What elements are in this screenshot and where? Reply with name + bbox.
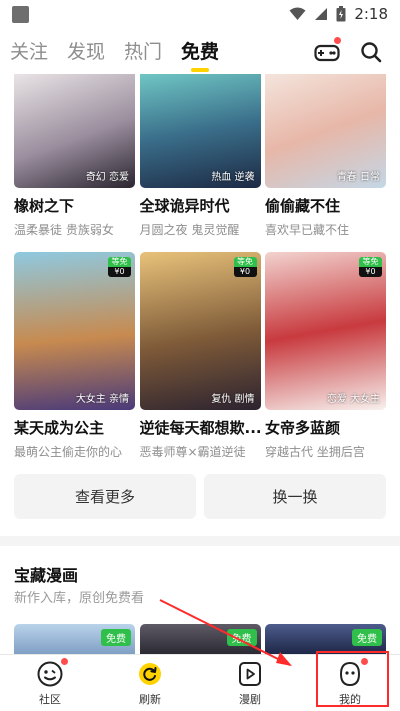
tab-hot[interactable]: 热门 (124, 38, 162, 66)
action-buttons: 查看更多 换一换 (14, 474, 386, 519)
free-badge: 等免 ¥0 (359, 257, 382, 277)
free-badge: 免费 (101, 629, 131, 646)
view-more-button[interactable]: 查看更多 (14, 474, 196, 519)
community-face-icon (36, 657, 68, 688)
comic-cover[interactable]: 等免 ¥0 恋爱 大女主 (265, 252, 386, 410)
play-icon (236, 660, 264, 688)
comic-title[interactable]: 逆徒每天都想欺... (140, 417, 261, 438)
comic-grid-row-1: 奇幻 恋爱 橡树之下 温柔暴徒 贵族弱女 热血 逆袭 全球诡异时代 月圆之夜 鬼… (14, 74, 386, 238)
section-subtitle: 新作入库，原创免费看 (14, 591, 145, 606)
comic-card[interactable]: 等免 ¥0 大女主 亲情 某天成为公主 最萌公主偷走你的心 (14, 252, 135, 460)
section-divider (0, 536, 400, 546)
comic-subtitle: 穿越古代 坐拥后宫 (265, 445, 365, 459)
top-nav: 关注 发现 热门 免费 (0, 30, 400, 74)
notification-icon (12, 5, 29, 23)
bottom-nav-refresh[interactable]: 刷新 (100, 655, 200, 711)
annotation-highlight-box (316, 651, 389, 707)
bottom-nav-label: 刷新 (139, 692, 161, 706)
comic-title[interactable]: 女帝多蓝颜 (265, 417, 386, 438)
comic-subtitle: 恶毒师尊×霸道逆徒 (139, 445, 246, 459)
comic-subtitle: 月圆之夜 鬼灵觉醒 (139, 223, 240, 237)
comic-genre-tag: 热血 逆袭 (211, 172, 255, 183)
wifi-icon (289, 7, 306, 20)
comic-genre-tag: 恋爱 大女主 (326, 394, 380, 405)
tab-free[interactable]: 免费 (181, 38, 219, 66)
comic-genre-tag: 大女主 亲情 (75, 394, 129, 405)
tab-discover[interactable]: 发现 (67, 38, 105, 66)
section-title: 宝藏漫画 (14, 566, 79, 585)
comic-card[interactable]: 奇幻 恋爱 橡树之下 温柔暴徒 贵族弱女 (14, 74, 135, 238)
comic-cover[interactable]: 等免 ¥0 大女主 亲情 (14, 252, 135, 410)
bottom-nav-label: 漫剧 (239, 692, 261, 706)
comic-card[interactable]: 等免 ¥0 复仇 剧情 逆徒每天都想欺... 恶毒师尊×霸道逆徒 (139, 252, 261, 460)
comic-grid-row-2: 等免 ¥0 大女主 亲情 某天成为公主 最萌公主偷走你的心 等免 ¥0 复仇 剧… (14, 252, 386, 460)
comic-cover[interactable]: 奇幻 恋爱 (14, 74, 135, 188)
signal-icon (315, 8, 328, 20)
comic-title[interactable]: 偷偷藏不住 (265, 195, 386, 216)
bottom-nav-shorts[interactable]: 漫剧 (200, 655, 300, 711)
tab-follow[interactable]: 关注 (10, 38, 48, 66)
status-bar: 2:18 (0, 0, 400, 28)
free-badge: 等免 ¥0 (233, 257, 257, 277)
comic-cover[interactable]: 免费 (139, 624, 261, 654)
comic-card[interactable]: 青春 日常 偷偷藏不住 喜欢早已藏不住 (265, 74, 386, 238)
community-notification-dot (61, 657, 68, 665)
free-badge: 免费 (352, 629, 382, 646)
comic-subtitle: 温柔暴徒 贵族弱女 (14, 223, 114, 237)
comic-cover[interactable]: 等免 ¥0 复仇 剧情 (139, 252, 261, 410)
search-icon[interactable] (358, 39, 384, 65)
free-badge: 等免 ¥0 (108, 257, 131, 277)
status-time: 2:18 (354, 5, 388, 23)
comic-subtitle: 最萌公主偷走你的心 (14, 445, 123, 459)
comic-card[interactable]: 热血 逆袭 全球诡异时代 月圆之夜 鬼灵觉醒 (139, 74, 261, 238)
treasure-comics-row: 免费 免费 免费 (14, 624, 386, 654)
battery-icon (336, 6, 346, 22)
bottom-nav-community[interactable]: 社区 (0, 655, 100, 711)
comic-genre-tag: 奇幻 恋爱 (85, 172, 129, 183)
comic-card[interactable]: 等免 ¥0 恋爱 大女主 女帝多蓝颜 穿越古代 坐拥后宫 (265, 252, 386, 460)
free-badge: 免费 (226, 629, 257, 646)
bottom-nav-label: 社区 (39, 692, 61, 706)
gamepad-notification-dot (334, 37, 341, 44)
comic-title[interactable]: 某天成为公主 (14, 417, 135, 438)
comic-cover[interactable]: 免费 (265, 624, 386, 654)
refresh-batch-button[interactable]: 换一换 (204, 474, 386, 519)
comic-cover[interactable]: 青春 日常 (265, 74, 386, 188)
gamepad-icon[interactable] (314, 37, 341, 65)
comic-genre-tag: 复仇 剧情 (211, 394, 255, 405)
comic-genre-tag: 青春 日常 (336, 172, 380, 183)
comic-cover[interactable]: 免费 (14, 624, 135, 654)
comic-cover[interactable]: 热血 逆袭 (139, 74, 261, 188)
refresh-icon (136, 660, 164, 688)
comic-title[interactable]: 橡树之下 (14, 195, 135, 216)
comic-subtitle: 喜欢早已藏不住 (265, 223, 350, 237)
comic-title[interactable]: 全球诡异时代 (140, 195, 261, 216)
